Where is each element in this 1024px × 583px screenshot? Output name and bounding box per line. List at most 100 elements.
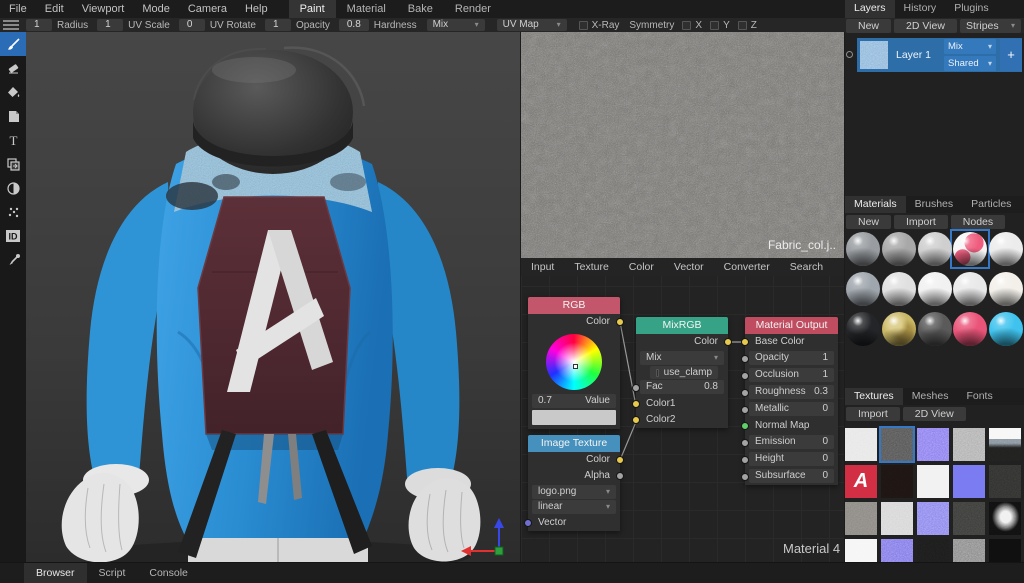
texture-thumb-selected[interactable]: [881, 428, 913, 461]
node-editor[interactable]: Input Texture Color Vector Converter Sea…: [521, 258, 844, 562]
color-wheel-cursor[interactable]: [573, 364, 578, 369]
node-menu-color[interactable]: Color: [629, 261, 654, 273]
tool-fill[interactable]: [0, 80, 26, 104]
socket-color-out[interactable]: [616, 318, 624, 326]
tool-text[interactable]: T: [0, 128, 26, 152]
tab-textures[interactable]: Textures: [845, 388, 903, 405]
material-swatch[interactable]: [989, 232, 1023, 266]
menu-mode[interactable]: Mode: [133, 1, 179, 17]
rgb-value-field[interactable]: 0.7Value: [532, 394, 616, 408]
uv-map-dropdown[interactable]: UV Map▾: [497, 19, 567, 31]
symmetry-y-checkbox[interactable]: [710, 21, 719, 30]
layer-2dview-button[interactable]: 2D View: [894, 19, 957, 33]
hardness-input[interactable]: 0.8: [339, 19, 369, 31]
texture-thumb[interactable]: [845, 428, 877, 461]
node-menu-vector[interactable]: Vector: [674, 261, 704, 273]
socket-subsurface-in[interactable]: [741, 473, 749, 481]
texture-thumb[interactable]: [881, 502, 913, 535]
mix-blend-dropdown[interactable]: Mix▾: [640, 351, 724, 365]
socket-opacity-in[interactable]: [741, 355, 749, 363]
texture-thumb[interactable]: [989, 428, 1021, 461]
node-rgb[interactable]: RGB Color 0.7Value: [528, 297, 620, 429]
node-menu-search[interactable]: Search: [790, 261, 823, 273]
texture-thumb[interactable]: [917, 428, 949, 461]
material-swatch-selected[interactable]: [953, 232, 987, 266]
imgtex-interp-dropdown[interactable]: linear▾: [532, 500, 616, 514]
node-rgb-header[interactable]: RGB: [528, 297, 620, 314]
material-swatch[interactable]: [989, 312, 1023, 346]
node-menu-texture[interactable]: Texture: [574, 261, 608, 273]
socket-normal-map-in[interactable]: [741, 422, 749, 430]
opacity-input[interactable]: 1: [265, 19, 291, 31]
layer-blend-dropdown[interactable]: Mix▾: [944, 39, 996, 54]
layer-filter-dropdown[interactable]: Stripes▾: [960, 19, 1021, 33]
material-import-button[interactable]: Import: [894, 215, 948, 229]
socket-height-in[interactable]: [741, 456, 749, 464]
uv-rotate-input[interactable]: 0: [179, 19, 205, 31]
material-swatch[interactable]: [882, 232, 916, 266]
node-mixrgb[interactable]: MixRGB Color Mix▾ use_clamp Fac0.8 Color…: [636, 317, 728, 428]
texture-thumb[interactable]: [845, 502, 877, 535]
socket-metallic-in[interactable]: [741, 406, 749, 414]
socket-occlusion-in[interactable]: [741, 372, 749, 380]
layer-row[interactable]: Layer 1 Mix▾ Shared▾ +: [857, 38, 1022, 72]
menu-edit[interactable]: Edit: [36, 1, 73, 17]
material-swatch[interactable]: [953, 272, 987, 306]
layer-object-dropdown[interactable]: Shared▾: [944, 56, 996, 71]
tab-plugins[interactable]: Plugins: [945, 0, 997, 18]
mode-tab-paint[interactable]: Paint: [289, 0, 336, 18]
menu-viewport[interactable]: Viewport: [73, 1, 134, 17]
blend-mode-dropdown[interactable]: Mix▾: [427, 19, 485, 31]
tab-particles[interactable]: Particles: [962, 196, 1020, 213]
material-swatch[interactable]: [918, 272, 952, 306]
node-menu-converter[interactable]: Converter: [724, 261, 770, 273]
texture-thumb[interactable]: [989, 502, 1021, 535]
layer-add-button[interactable]: +: [1000, 39, 1022, 71]
texture-thumb-logo[interactable]: A: [845, 465, 877, 498]
node-material-output-header[interactable]: Material Output: [745, 317, 838, 334]
uv-scale-input[interactable]: 1: [97, 19, 123, 31]
radius-input[interactable]: 1: [26, 19, 52, 31]
node-image-texture[interactable]: Image Texture Color Alpha logo.png▾ line…: [528, 435, 620, 531]
material-swatch[interactable]: [882, 312, 916, 346]
tab-meshes[interactable]: Meshes: [903, 388, 958, 405]
material-new-button[interactable]: New: [846, 215, 891, 229]
color-wheel[interactable]: [546, 334, 602, 390]
brush-presets-icon[interactable]: [3, 20, 19, 30]
material-swatch[interactable]: [953, 312, 987, 346]
material-nodes-button[interactable]: Nodes: [951, 215, 1005, 229]
tool-blur[interactable]: [0, 176, 26, 200]
material-swatch[interactable]: [846, 272, 880, 306]
tab-script[interactable]: Script: [87, 563, 138, 583]
material-swatch[interactable]: [846, 312, 880, 346]
mode-tab-bake[interactable]: Bake: [397, 0, 444, 18]
texture-thumb[interactable]: [917, 502, 949, 535]
material-swatch[interactable]: [882, 272, 916, 306]
layer-new-button[interactable]: New: [846, 19, 891, 33]
tool-brush[interactable]: [0, 32, 26, 56]
symmetry-z-checkbox[interactable]: [738, 21, 747, 30]
texture-2dview-button[interactable]: 2D View: [903, 407, 966, 421]
texture-thumb[interactable]: [881, 465, 913, 498]
socket-color2-in[interactable]: [632, 416, 640, 424]
tab-history[interactable]: History: [895, 0, 946, 18]
clamp-checkbox[interactable]: [656, 369, 659, 377]
tool-picker[interactable]: [0, 248, 26, 272]
layer-visibility-icon[interactable]: [846, 51, 853, 58]
socket-base-color-in[interactable]: [741, 338, 749, 346]
menu-help[interactable]: Help: [236, 1, 277, 17]
material-swatch[interactable]: [846, 232, 880, 266]
node-menu-input[interactable]: Input: [531, 261, 554, 273]
texture-thumb[interactable]: [953, 502, 985, 535]
node-material-output[interactable]: Material Output Base Color Opacity1 Occl…: [745, 317, 838, 485]
socket-fac-in[interactable]: [632, 384, 640, 392]
tab-brushes[interactable]: Brushes: [906, 196, 963, 213]
tool-clone[interactable]: [0, 152, 26, 176]
mix-use-clamp[interactable]: use_clamp: [650, 366, 718, 379]
socket-vector-in[interactable]: [524, 519, 532, 527]
node-mixrgb-header[interactable]: MixRGB: [636, 317, 728, 334]
socket-color1-in[interactable]: [632, 400, 640, 408]
texture-2d-view[interactable]: Fabric_col.j..: [521, 32, 844, 258]
mode-tab-render[interactable]: Render: [444, 0, 502, 18]
viewport-3d[interactable]: [26, 32, 520, 562]
